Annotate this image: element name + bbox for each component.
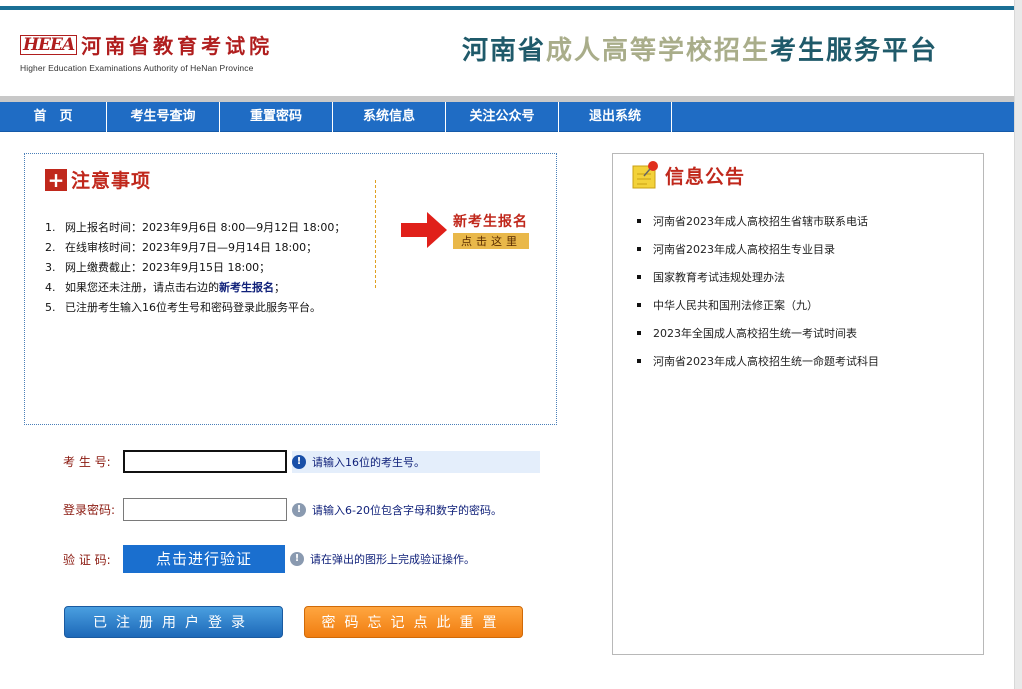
new-register-link[interactable]: 新考生报名 点击这里 (401, 210, 529, 250)
verify-hint: ! 请在弹出的图形上完成验证操作。 (290, 548, 483, 570)
main-nav: 首 页 考生号查询 重置密码 系统信息 关注公众号 退出系统 (0, 102, 1014, 132)
info-item[interactable]: 河南省2023年成人高校招生专业目录 (637, 236, 879, 264)
info-circle-icon: ! (292, 454, 306, 469)
verify-label: 验 证 码: (63, 552, 111, 567)
password-row: 登录密码: ! 请输入6-20位包含字母和数字的密码。 (63, 498, 510, 521)
plus-box-icon: + (45, 168, 67, 191)
info-item[interactable]: 河南省2023年成人高校招生省辖市联系电话 (637, 208, 879, 236)
verify-row: 验 证 码: 点击进行验证 ! 请在弹出的图形上完成验证操作。 (63, 545, 483, 573)
info-item[interactable]: 国家教育考试违规处理办法 (637, 264, 879, 292)
info-list: 河南省2023年成人高校招生省辖市联系电话 河南省2023年成人高校招生专业目录… (637, 208, 879, 376)
platform-title-part3: 考生服务平台 (770, 36, 939, 66)
scrollbar[interactable] (1014, 0, 1022, 689)
platform-title: 河南省成人高等学校招生考生服务平台 (462, 30, 938, 67)
password-input[interactable] (123, 498, 287, 521)
logo: HEEA 河南省教育考试院 Higher Education Examinati… (20, 30, 273, 73)
nav-item-reset-password[interactable]: 重置密码 (220, 102, 333, 132)
reset-password-button[interactable]: 密码忘记点此重置 (304, 606, 523, 638)
login-button[interactable]: 已注册用户登录 (64, 606, 283, 638)
notice-item: 4. 如果您还未注册，请点击右边的新考生报名； (45, 281, 285, 294)
notice-item: 2. 在线审核时间：2023年9月7日—9月14日 18:00； (45, 241, 318, 254)
click-here-label: 点击这里 (453, 233, 529, 249)
nav-item-home[interactable]: 首 页 (0, 102, 107, 132)
platform-title-part2: 成人高等学校招生 (546, 36, 771, 66)
notice-item: 1. 网上报名时间：2023年9月6日 8:00—9月12日 18:00； (45, 221, 346, 234)
exam-number-label: 考 生 号: (63, 455, 111, 469)
notice-panel: + 注意事项 1. 网上报名时间：2023年9月6日 8:00—9月12日 18:… (24, 153, 557, 425)
info-circle-gray-icon: ! (290, 552, 304, 566)
memo-pin-icon (632, 161, 658, 189)
info-panel: 信息公告 河南省2023年成人高校招生省辖市联系电话 河南省2023年成人高校招… (612, 153, 984, 655)
exam-number-input[interactable] (123, 450, 287, 473)
password-hint: ! 请输入6-20位包含字母和数字的密码。 (292, 499, 510, 521)
logo-mark: HEEA (20, 34, 78, 55)
exam-number-row: 考 生 号: ! 请输入16位的考生号。 (63, 450, 540, 473)
info-item[interactable]: 河南省2023年成人高校招生统一命题考试科目 (637, 348, 879, 376)
info-header: 信息公告 (631, 160, 745, 190)
register-inline-link[interactable]: 新考生报名 (219, 281, 274, 294)
notice-list: 1. 网上报名时间：2023年9月6日 8:00—9月12日 18:00； 2. 在… (45, 218, 345, 318)
platform-title-part1: 河南省 (462, 36, 547, 66)
logo-english-name: Higher Education Examinations Authority … (20, 63, 254, 73)
arrow-right-icon (401, 212, 447, 248)
notice-item: 5. 已注册考生输入16位考生号和密码登录此服务平台。 (45, 301, 321, 314)
site-header: HEEA 河南省教育考试院 Higher Education Examinati… (0, 10, 1014, 96)
new-register-label: 新考生报名 (453, 214, 528, 230)
nav-item-follow-account[interactable]: 关注公众号 (446, 102, 559, 132)
nav-item-exam-number-query[interactable]: 考生号查询 (107, 102, 220, 132)
password-label: 登录密码: (63, 503, 116, 517)
notice-item: 3. 网上缴费截止：2023年9月15日 18:00； (45, 261, 271, 274)
nav-item-logout[interactable]: 退出系统 (559, 102, 672, 132)
info-title: 信息公告 (665, 165, 746, 188)
info-item[interactable]: 2023年全国成人高校招生统一考试时间表 (637, 320, 879, 348)
notice-divider (375, 180, 376, 288)
info-circle-gray-icon: ! (292, 502, 306, 517)
info-item[interactable]: 中华人民共和国刑法修正案（九） (637, 292, 879, 320)
exam-number-hint: ! 请输入16位的考生号。 (292, 450, 540, 473)
notice-header: + 注意事项 (45, 166, 151, 193)
nav-item-system-info[interactable]: 系统信息 (333, 102, 446, 132)
notice-title: 注意事项 (71, 170, 152, 192)
logo-chinese-name: 河南省教育考试院 (81, 34, 274, 58)
verify-button[interactable]: 点击进行验证 (123, 545, 285, 573)
